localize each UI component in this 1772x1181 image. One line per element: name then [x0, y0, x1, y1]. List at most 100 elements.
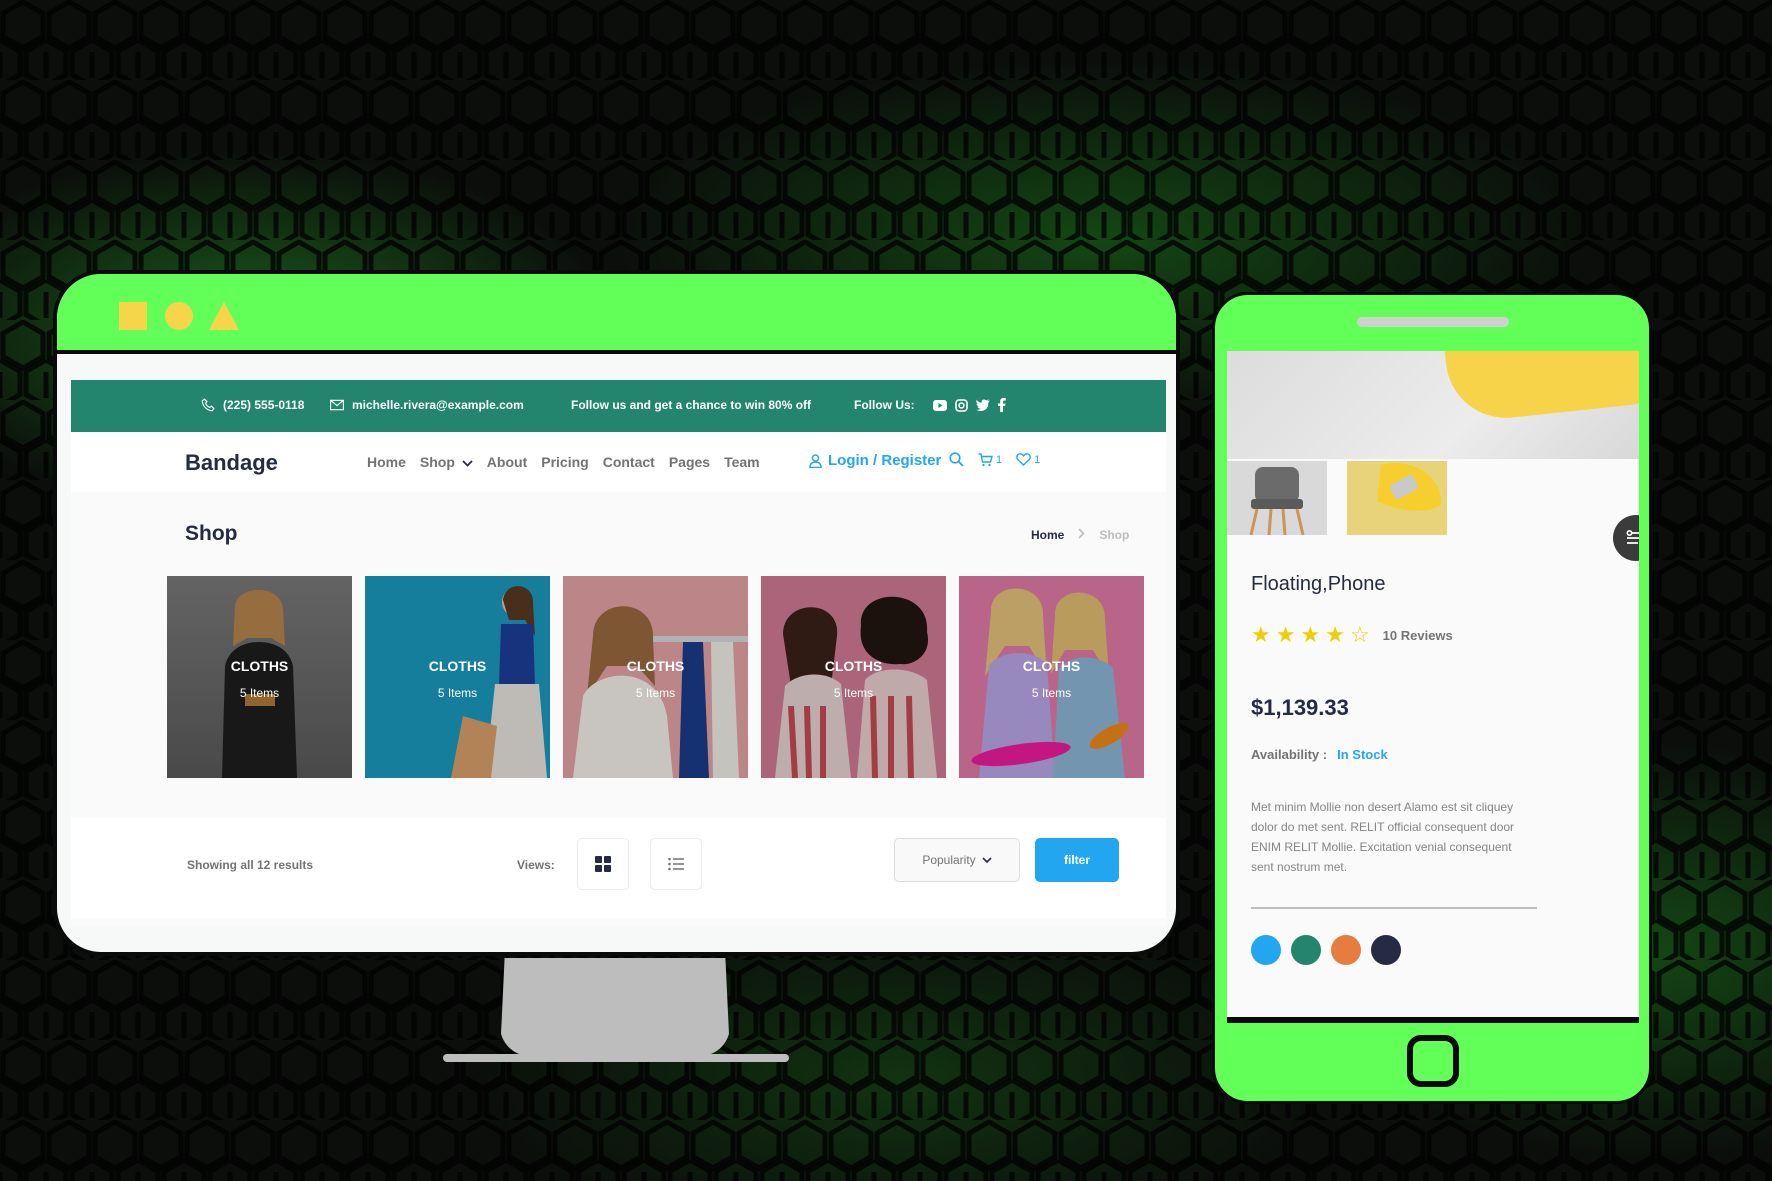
mobile-screen: Floating,Phone ★ ★ ★ ★ ☆ 10 Reviews $1,1…	[1227, 351, 1639, 1019]
circle-shape-icon	[165, 302, 193, 330]
monitor-header-bar	[57, 274, 1176, 354]
wishlist-count: 1	[1034, 453, 1041, 466]
sliders-icon	[1626, 530, 1639, 544]
grid-icon	[595, 856, 611, 872]
product-thumbnail[interactable]	[1227, 461, 1327, 535]
desktop-screen: (225) 555-0118 michelle.rivera@example.c…	[71, 380, 1166, 926]
phone-home-button[interactable]	[1407, 1035, 1459, 1087]
triangle-shape-icon	[209, 302, 239, 330]
category-card[interactable]: CLOTHS 5 Items	[761, 576, 946, 778]
category-card[interactable]: CLOTHS 5 Items	[167, 576, 352, 778]
youtube-icon[interactable]	[932, 399, 947, 411]
star-empty-icon: ☆	[1349, 622, 1370, 647]
phone-icon	[201, 398, 215, 412]
login-register-text: Login / Register	[828, 452, 942, 469]
product-thumbnail[interactable]	[1347, 461, 1447, 535]
topbar-email-text: michelle.rivera@example.com	[352, 398, 524, 412]
chevron-down-icon	[982, 856, 992, 863]
login-register-link[interactable]: Login / Register	[809, 452, 941, 469]
chevron-down-icon	[462, 460, 473, 467]
phone-bezel-line	[1227, 1017, 1639, 1023]
topbar-promo: Follow us and get a chance to win 80% of…	[571, 398, 812, 412]
card-subtitle: 5 Items	[437, 686, 478, 700]
category-card[interactable]: CLOTHS 5 Items	[365, 576, 550, 778]
nav-about[interactable]: About	[487, 454, 527, 470]
sort-select-value: Popularity	[922, 853, 976, 867]
color-swatch-green[interactable]	[1291, 935, 1321, 965]
breadcrumb: Home Shop	[1031, 528, 1129, 542]
nav-pricing[interactable]: Pricing	[541, 454, 588, 470]
star-filled-icon: ★	[1325, 622, 1345, 647]
star-filled-icon: ★	[1275, 622, 1296, 647]
mail-icon	[330, 399, 344, 411]
follow-label: Follow Us:	[854, 398, 915, 412]
category-card[interactable]: CLOTHS 5 Items	[959, 576, 1144, 778]
sort-select[interactable]: Popularity	[894, 838, 1020, 882]
nav-pages[interactable]: Pages	[669, 454, 710, 470]
facebook-icon[interactable]	[997, 398, 1006, 412]
topbar-phone[interactable]: (225) 555-0118	[201, 398, 304, 412]
color-swatches	[1251, 935, 1401, 965]
divider	[1251, 907, 1537, 909]
star-filled-icon: ★	[1300, 622, 1321, 647]
card-title: CLOTHS	[1022, 658, 1081, 674]
grid-view-button[interactable]	[577, 838, 629, 890]
card-overlay	[563, 576, 748, 778]
instagram-icon[interactable]	[954, 398, 968, 412]
desktop-monitor-frame: (225) 555-0118 michelle.rivera@example.c…	[53, 270, 1180, 956]
cart-count: 1	[996, 453, 1003, 466]
color-swatch-orange[interactable]	[1331, 935, 1361, 965]
product-price: $1,139.33	[1251, 695, 1349, 720]
heart-icon	[1016, 453, 1031, 466]
list-view-button[interactable]	[650, 838, 702, 890]
reviews-count[interactable]: 10 Reviews	[1383, 628, 1453, 643]
nav-action-icons: 1 1	[949, 452, 1040, 467]
product-description: Met minim Mollie non desert Alamo est si…	[1251, 800, 1515, 874]
brand-logo[interactable]: Bandage	[185, 450, 278, 476]
topbar-email[interactable]: michelle.rivera@example.com	[330, 398, 524, 412]
cart-button[interactable]: 1	[978, 452, 1003, 467]
square-shape-icon	[119, 302, 147, 330]
nav-shop[interactable]: Shop	[420, 454, 473, 470]
page-title: Shop	[185, 522, 238, 545]
views-label: Views:	[517, 858, 555, 872]
phone-speaker	[1357, 317, 1509, 327]
card-overlay	[761, 576, 946, 778]
filter-button[interactable]: filter	[1035, 838, 1119, 882]
monitor-stand-base	[443, 1054, 789, 1062]
thumbnail-chair-gray	[1249, 467, 1305, 535]
availability-value: In Stock	[1337, 747, 1388, 762]
card-title: CLOTHS	[230, 658, 289, 674]
shop-controls: Showing all 12 results Views: Popularity…	[71, 818, 1166, 918]
color-swatch-navy[interactable]	[1371, 935, 1401, 965]
card-title: CLOTHS	[626, 658, 685, 674]
chevron-right-icon	[1078, 528, 1085, 542]
card-subtitle: 5 Items	[1031, 686, 1072, 700]
results-count: Showing all 12 results	[187, 858, 314, 872]
main-navbar: Bandage Home Shop About Pricing Contact …	[71, 432, 1166, 492]
mobile-phone-frame: Floating,Phone ★ ★ ★ ★ ☆ 10 Reviews $1,1…	[1212, 292, 1652, 1104]
floating-settings-button[interactable]	[1613, 515, 1639, 561]
card-subtitle: 5 Items	[833, 686, 874, 700]
card-overlay	[365, 576, 550, 778]
wishlist-button[interactable]: 1	[1016, 453, 1040, 466]
category-card[interactable]: CLOTHS 5 Items	[563, 576, 748, 778]
breadcrumb-current: Shop	[1099, 528, 1130, 542]
product-rating: ★ ★ ★ ★ ☆ 10 Reviews	[1251, 624, 1453, 646]
availability: Availability : In Stock	[1251, 747, 1388, 762]
product-hero-image	[1227, 351, 1639, 459]
twitter-icon[interactable]	[975, 399, 990, 411]
search-icon[interactable]	[949, 452, 964, 467]
monitor-stand-neck	[500, 958, 730, 1056]
nav-team[interactable]: Team	[724, 454, 760, 470]
card-overlay	[959, 576, 1144, 778]
nav-contact[interactable]: Contact	[603, 454, 655, 470]
nav-menu: Home Shop About Pricing Contact Pages Te…	[367, 454, 760, 470]
card-subtitle: 5 Items	[635, 686, 676, 700]
breadcrumb-home[interactable]: Home	[1031, 528, 1064, 542]
cart-icon	[978, 452, 993, 466]
top-contact-bar: (225) 555-0118 michelle.rivera@example.c…	[71, 380, 1166, 432]
nav-home[interactable]: Home	[367, 454, 406, 470]
card-title: CLOTHS	[428, 658, 487, 674]
color-swatch-blue[interactable]	[1251, 935, 1281, 965]
